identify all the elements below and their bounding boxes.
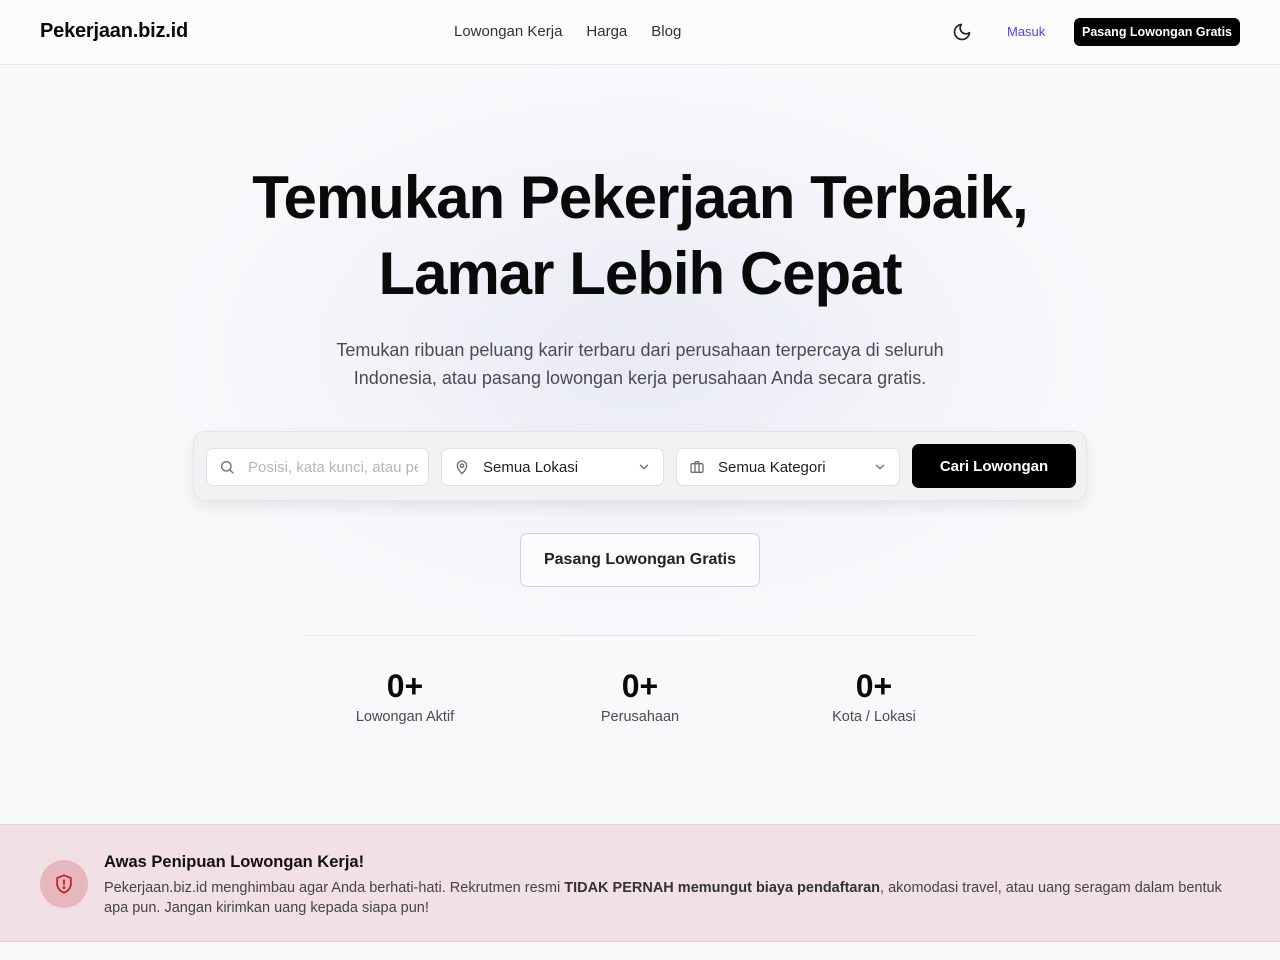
stat-value: 0+ bbox=[855, 668, 893, 704]
warning-text-bold: TIDAK PERNAH memungut biaya pendaftaran bbox=[564, 880, 881, 896]
stat-companies: 0+ Perusahaan bbox=[540, 666, 740, 725]
stat-locations: 0+ Kota / Lokasi bbox=[774, 666, 974, 725]
hero-title-line-1: Temukan Pekerjaan Terbaik, bbox=[252, 164, 1028, 231]
keyword-search-input[interactable] bbox=[248, 458, 418, 476]
site-logo[interactable]: Pekerjaan.biz.id bbox=[40, 20, 188, 43]
location-select[interactable]: Semua Lokasi bbox=[441, 448, 664, 486]
stat-label: Lowongan Aktif bbox=[355, 709, 455, 725]
theme-toggle-button[interactable] bbox=[948, 18, 976, 46]
hero-title: Temukan Pekerjaan Terbaik, Lamar Lebih C… bbox=[140, 160, 1140, 312]
stat-label: Kota / Lokasi bbox=[832, 709, 916, 725]
keyword-field bbox=[206, 448, 429, 486]
moon-icon bbox=[953, 23, 971, 41]
search-icon bbox=[219, 459, 235, 475]
stat-value: 0+ bbox=[621, 668, 659, 704]
search-jobs-button[interactable]: Cari Lowongan bbox=[912, 444, 1076, 488]
stat-value: 0+ bbox=[386, 668, 424, 704]
stat-label: Perusahaan bbox=[600, 709, 680, 725]
hero-subtitle-line-2: Indonesia, atau pasang lowongan kerja pe… bbox=[353, 368, 927, 388]
stats-divider bbox=[304, 635, 976, 636]
hero-subtitle: Temukan ribuan peluang karir terbaru dar… bbox=[290, 336, 990, 392]
category-select[interactable]: Semua Kategori bbox=[676, 448, 900, 486]
hero-title-line-2: Lamar Lebih Cepat bbox=[378, 240, 902, 307]
warning-title: Awas Penipuan Lowongan Kerja! bbox=[104, 853, 365, 871]
nav-item-harga[interactable]: Harga bbox=[586, 23, 627, 40]
post-job-button[interactable]: Pasang Lowongan Gratis bbox=[520, 533, 760, 587]
chevron-down-icon bbox=[873, 460, 887, 474]
job-search-bar: Semua Lokasi Semua Kategori Cari Lowonga… bbox=[193, 431, 1087, 501]
warning-text-before: Pekerjaan.biz.id menghimbau agar Anda be… bbox=[104, 880, 565, 896]
nav-item-lowongan-kerja[interactable]: Lowongan Kerja bbox=[454, 23, 562, 40]
top-navbar: Pekerjaan.biz.id Lowongan Kerja Harga Bl… bbox=[0, 0, 1280, 65]
stat-active-jobs: 0+ Lowongan Aktif bbox=[305, 666, 505, 725]
nav-item-blog[interactable]: Blog bbox=[651, 23, 681, 40]
warning-text: Pekerjaan.biz.id menghimbau agar Anda be… bbox=[104, 878, 1244, 918]
category-select-value: Semua Kategori bbox=[718, 458, 826, 476]
chevron-down-icon bbox=[637, 460, 651, 474]
briefcase-icon bbox=[689, 459, 705, 475]
post-job-header-button[interactable]: Pasang Lowongan Gratis bbox=[1074, 18, 1240, 46]
hero-subtitle-line-1: Temukan ribuan peluang karir terbaru dar… bbox=[336, 340, 944, 360]
shield-alert-icon bbox=[40, 860, 88, 908]
fraud-warning-banner: Awas Penipuan Lowongan Kerja! Pekerjaan.… bbox=[0, 824, 1280, 942]
location-select-value: Semua Lokasi bbox=[483, 458, 579, 476]
map-pin-icon bbox=[454, 459, 470, 475]
main-nav: Lowongan Kerja Harga Blog bbox=[454, 23, 681, 40]
login-link[interactable]: Masuk bbox=[1007, 24, 1045, 39]
